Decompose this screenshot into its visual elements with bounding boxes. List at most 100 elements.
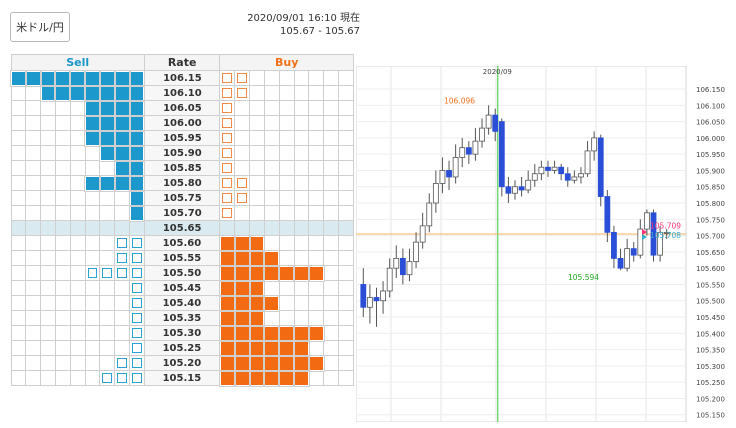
board-cell bbox=[234, 100, 251, 116]
y-tick-label: 105.950 bbox=[696, 151, 725, 159]
buy-order-block bbox=[233, 369, 251, 387]
sell-pending-block bbox=[129, 280, 145, 296]
buy-order-block bbox=[307, 354, 325, 372]
candle-body bbox=[413, 241, 419, 263]
board-cell bbox=[40, 340, 56, 356]
board-cell bbox=[337, 100, 355, 116]
board-cell bbox=[40, 190, 56, 206]
buy-order-block bbox=[263, 369, 281, 387]
board-cell bbox=[25, 310, 42, 326]
candle-body bbox=[597, 137, 604, 197]
board-cell bbox=[308, 115, 325, 131]
rate-cell: 105.45 bbox=[143, 280, 221, 296]
board-cell bbox=[10, 325, 27, 341]
board-cell bbox=[84, 295, 101, 311]
board-cell bbox=[10, 340, 27, 356]
sell-order-block bbox=[84, 69, 101, 87]
board-cell bbox=[249, 145, 265, 161]
candle-body bbox=[373, 297, 380, 302]
candle-body bbox=[611, 231, 617, 259]
buy-order-block bbox=[278, 354, 296, 372]
buy-order-block bbox=[293, 339, 310, 357]
board-cell bbox=[337, 235, 355, 251]
board-cell bbox=[278, 310, 295, 326]
board-cell bbox=[323, 280, 339, 296]
board-cell bbox=[25, 190, 42, 206]
board-cell bbox=[263, 190, 280, 206]
board-row: 105.90 bbox=[10, 144, 355, 162]
currency-pair-select[interactable]: 米ドル/円 bbox=[10, 12, 70, 42]
board-cell bbox=[308, 250, 325, 266]
board-cell bbox=[84, 160, 101, 176]
candle-body bbox=[386, 267, 393, 292]
board-cell bbox=[10, 280, 27, 296]
board-cell bbox=[84, 310, 101, 326]
board-cell bbox=[263, 205, 280, 221]
buy-pending-block bbox=[219, 100, 236, 116]
board-cell bbox=[69, 370, 86, 386]
board-cell bbox=[337, 355, 355, 371]
current-rate-cell: 105.65 bbox=[143, 220, 221, 236]
board-cell bbox=[278, 205, 295, 221]
buy-pending-block bbox=[219, 70, 236, 86]
sell-order-block bbox=[98, 84, 116, 102]
rate-cell: 105.25 bbox=[143, 340, 221, 356]
board-cell bbox=[99, 325, 116, 341]
rate-cell: 105.20 bbox=[143, 355, 221, 371]
board-cell bbox=[10, 175, 27, 191]
board-row: 106.05 bbox=[10, 99, 355, 117]
board-cell bbox=[129, 220, 145, 236]
board-cell bbox=[308, 340, 325, 356]
board-row: 106.10 bbox=[10, 84, 355, 102]
board-cell bbox=[263, 220, 280, 236]
board-cell bbox=[40, 100, 56, 116]
board-cell bbox=[234, 220, 251, 236]
sell-order-block bbox=[113, 129, 131, 147]
sell-pending-block bbox=[114, 265, 130, 281]
y-tick-label: 105.900 bbox=[696, 167, 725, 175]
buy-pending-block bbox=[219, 85, 236, 101]
y-tick-label: 105.800 bbox=[696, 200, 725, 208]
buy-order-block bbox=[218, 354, 236, 372]
sell-pending-block bbox=[129, 235, 145, 251]
rate-cell: 105.40 bbox=[143, 295, 221, 311]
sell-order-block bbox=[98, 99, 116, 117]
candle-body bbox=[617, 257, 624, 269]
candle-body bbox=[479, 127, 485, 142]
candle-body bbox=[505, 186, 512, 194]
board-cell bbox=[249, 205, 265, 221]
y-tick-label: 106.000 bbox=[696, 135, 725, 143]
board-cell bbox=[54, 130, 71, 146]
board-cell bbox=[40, 250, 56, 266]
buy-order-block bbox=[233, 234, 251, 252]
y-tick-label: 105.300 bbox=[696, 363, 725, 371]
board-cell bbox=[323, 310, 339, 326]
sell-pending-block bbox=[114, 235, 130, 251]
board-cell bbox=[40, 235, 56, 251]
buy-column-header: Buy bbox=[219, 54, 354, 71]
board-cell bbox=[54, 310, 71, 326]
board-cell bbox=[84, 370, 101, 386]
sell-order-block bbox=[128, 69, 146, 87]
buy-order-block bbox=[248, 354, 266, 372]
board-cell bbox=[249, 100, 265, 116]
board-row: 105.95 bbox=[10, 129, 355, 147]
board-row: 105.85 bbox=[10, 159, 355, 177]
board-cell bbox=[10, 295, 27, 311]
buy-order-block bbox=[248, 324, 266, 342]
board-cell bbox=[293, 115, 310, 131]
board-cell bbox=[84, 145, 101, 161]
board-cell bbox=[54, 340, 71, 356]
board-cell bbox=[54, 175, 71, 191]
board-cell bbox=[308, 370, 325, 386]
buy-pending-block bbox=[234, 85, 251, 101]
candle-body bbox=[419, 225, 426, 243]
buy-order-block bbox=[263, 324, 281, 342]
y-tick-label: 105.450 bbox=[696, 314, 725, 322]
board-cell bbox=[69, 280, 86, 296]
rate-cell: 105.30 bbox=[143, 325, 221, 341]
board-cell bbox=[84, 355, 101, 371]
buy-order-block bbox=[233, 294, 251, 312]
board-cell bbox=[69, 160, 86, 176]
board-cell bbox=[69, 220, 86, 236]
